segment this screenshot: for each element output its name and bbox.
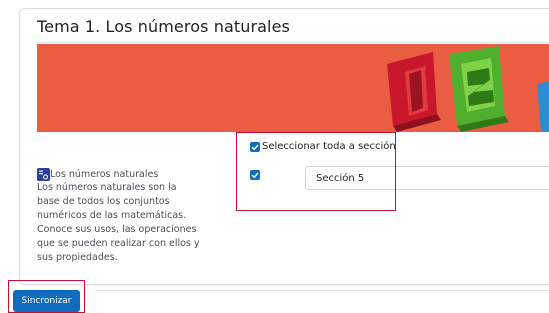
section-title: Tema 1. Los números naturales [37, 17, 290, 36]
resource-description: Los números naturales son la base de tod… [37, 182, 200, 263]
resource-name[interactable]: Los números naturales [50, 168, 158, 181]
number-two-graphic [449, 46, 509, 132]
highlight-box-selection [236, 132, 396, 211]
number-one-graphic [387, 52, 441, 132]
divider [96, 290, 549, 291]
number-three-graphic [537, 81, 549, 132]
section-banner-image [37, 44, 549, 132]
divider [37, 42, 549, 43]
resource-item: Los números naturales Los números natura… [37, 168, 207, 265]
highlight-box-sync [8, 280, 85, 313]
resource-icon [37, 168, 50, 181]
